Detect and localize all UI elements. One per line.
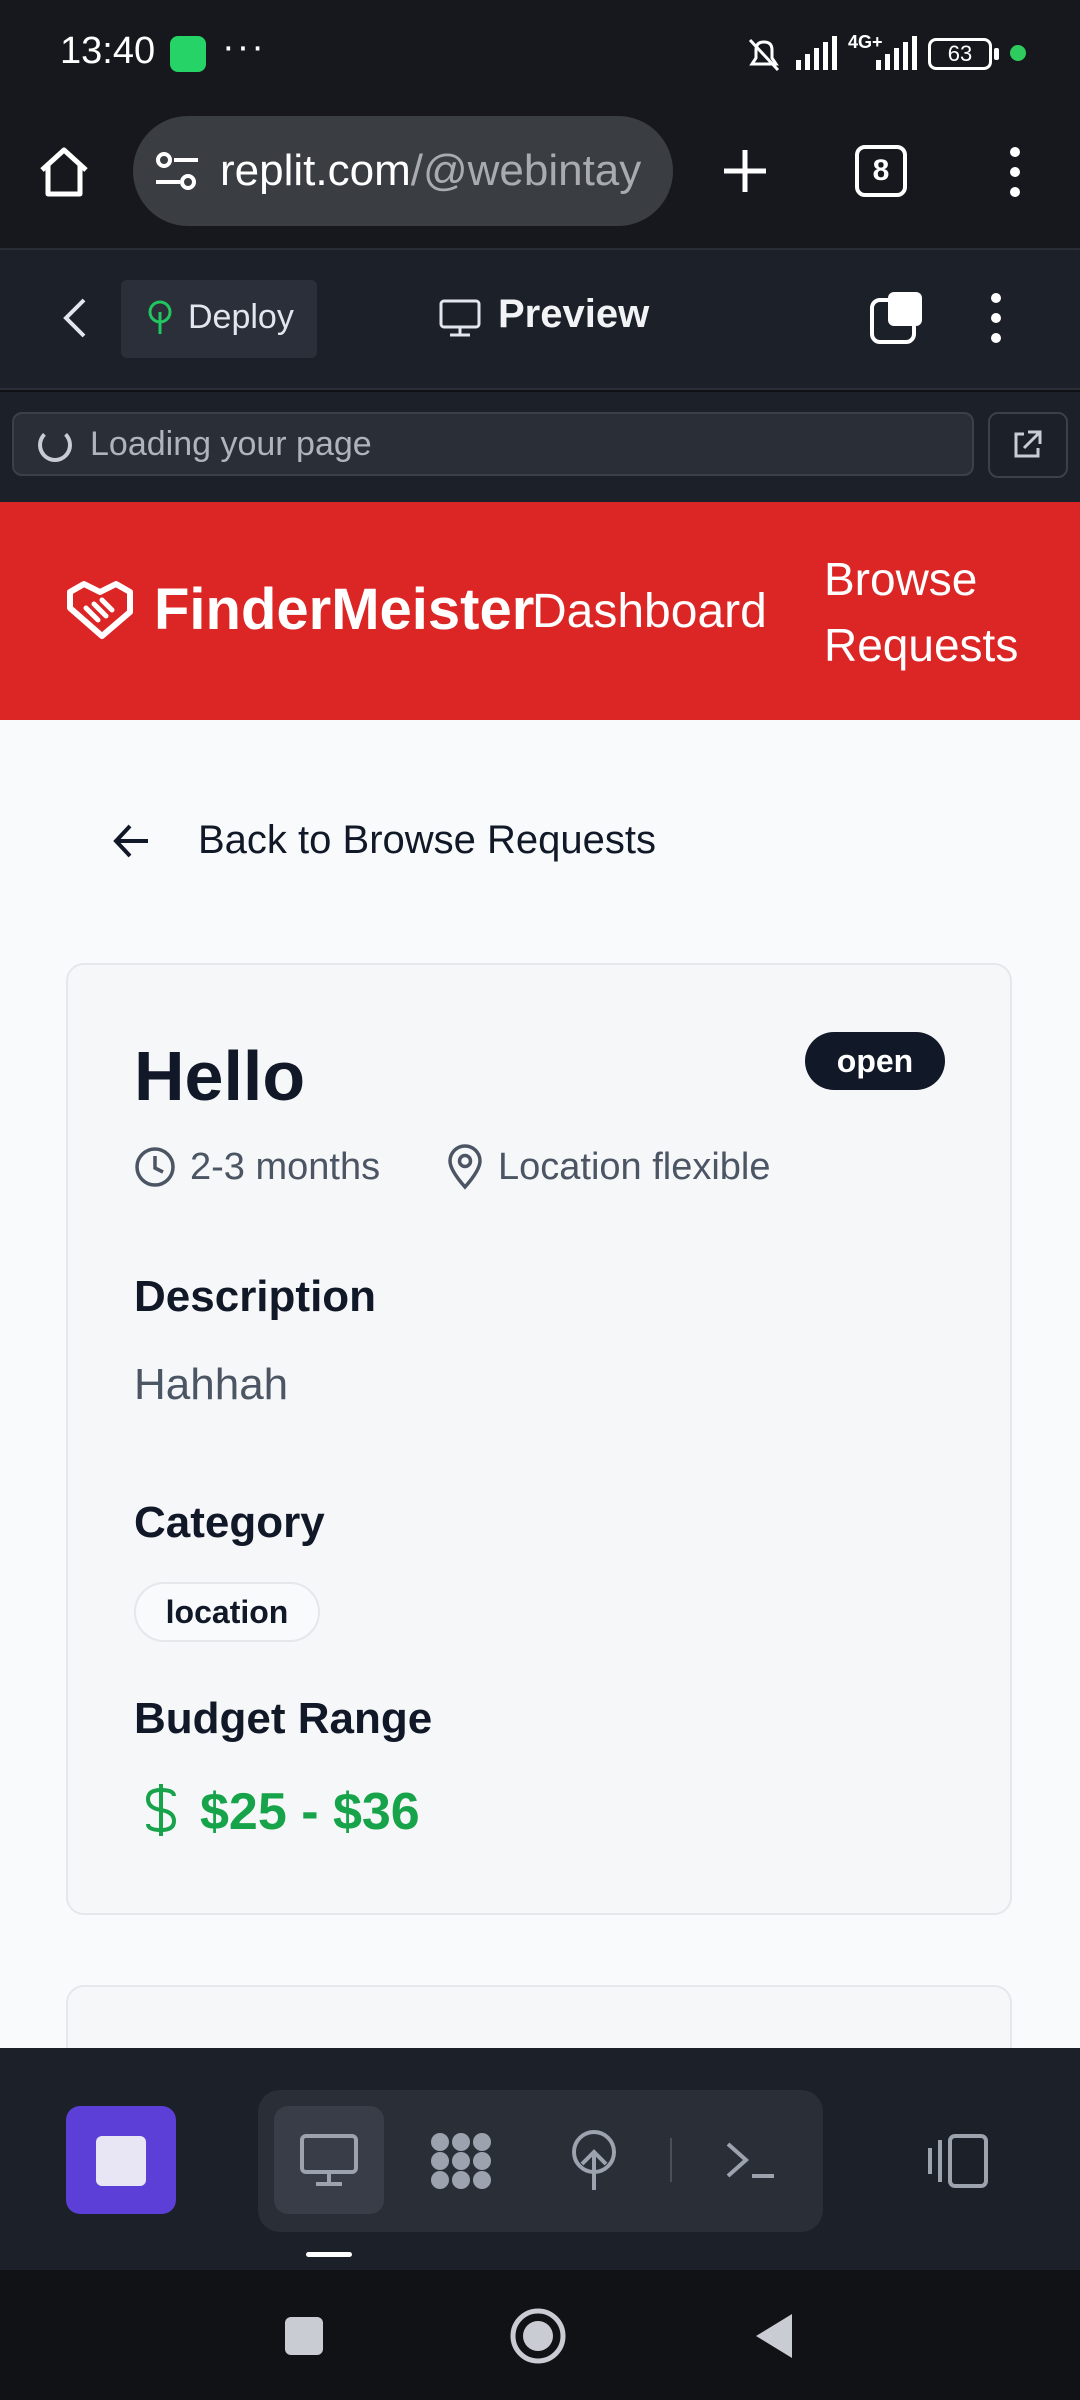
battery-tip [994, 48, 999, 60]
signal-icon [796, 36, 837, 70]
new-tab-icon[interactable] [720, 146, 770, 196]
monitor-tab-icon [300, 2134, 358, 2186]
nav-dashboard[interactable]: Dashboard [532, 584, 767, 639]
back-chevron-icon[interactable] [60, 296, 90, 340]
status-badge: open [805, 1032, 945, 1090]
home-nav-icon[interactable] [508, 2306, 568, 2366]
recents-icon[interactable] [282, 2314, 326, 2358]
tab-separator [670, 2138, 672, 2182]
home-icon[interactable] [36, 144, 92, 198]
deploy-label: Deploy [188, 298, 294, 336]
loading-spinner-icon [38, 428, 72, 462]
browser-menu-icon[interactable] [1000, 144, 1030, 200]
clock-icon [135, 1147, 175, 1187]
nav-browse-requests-line2[interactable]: Requests [824, 618, 1018, 672]
deployments-tab-icon[interactable] [566, 2128, 622, 2194]
back-to-browse-link[interactable]: Back to Browse Requests [198, 818, 656, 863]
description-text: Hahhah [134, 1360, 289, 1409]
privacy-indicator-dot [1010, 45, 1026, 61]
duration-text: 2-3 months [190, 1146, 381, 1188]
url-text[interactable]: replit.com/@webintay [220, 146, 660, 196]
monitor-icon [439, 299, 481, 337]
map-pin-icon [448, 1144, 482, 1190]
stop-square-icon [96, 2136, 146, 2186]
external-link-icon [1014, 430, 1042, 458]
description-heading: Description [134, 1272, 377, 1321]
budget-range: $25 - $36 [200, 1783, 420, 1841]
request-title: Hello [134, 1037, 306, 1115]
packages-tab-icon[interactable] [428, 2130, 494, 2192]
brand-name[interactable]: FinderMeister [154, 576, 534, 643]
signal-icon-2 [876, 36, 917, 70]
status-time: 13:40 [60, 30, 156, 72]
category-tag: location [134, 1582, 320, 1642]
preview-tab[interactable]: Preview [498, 292, 649, 337]
more-notifications-icon: ··· [222, 26, 266, 68]
tab-switcher-button[interactable]: 8 [855, 145, 907, 197]
deploy-icon [148, 300, 172, 334]
replit-menu-icon[interactable] [984, 288, 1008, 348]
panel-toggle-icon[interactable] [926, 2132, 992, 2190]
battery-icon: 63 [928, 38, 992, 70]
windows-icon[interactable] [868, 288, 928, 348]
site-settings-icon[interactable] [152, 150, 202, 194]
shell-tab-icon[interactable] [722, 2136, 778, 2184]
muted-bell-icon [748, 38, 780, 72]
whatsapp-icon [170, 36, 206, 72]
dollar-icon [145, 1784, 177, 1836]
handshake-logo-icon [67, 581, 133, 639]
budget-heading: Budget Range [134, 1694, 433, 1743]
active-tab-indicator [306, 2252, 352, 2257]
arrow-left-icon[interactable] [112, 822, 152, 860]
category-heading: Category [134, 1498, 325, 1547]
nav-browse-requests-line1[interactable]: Browse [824, 552, 977, 606]
back-nav-icon[interactable] [752, 2310, 796, 2362]
loading-text: Loading your page [90, 425, 372, 463]
location-text: Location flexible [498, 1146, 771, 1188]
